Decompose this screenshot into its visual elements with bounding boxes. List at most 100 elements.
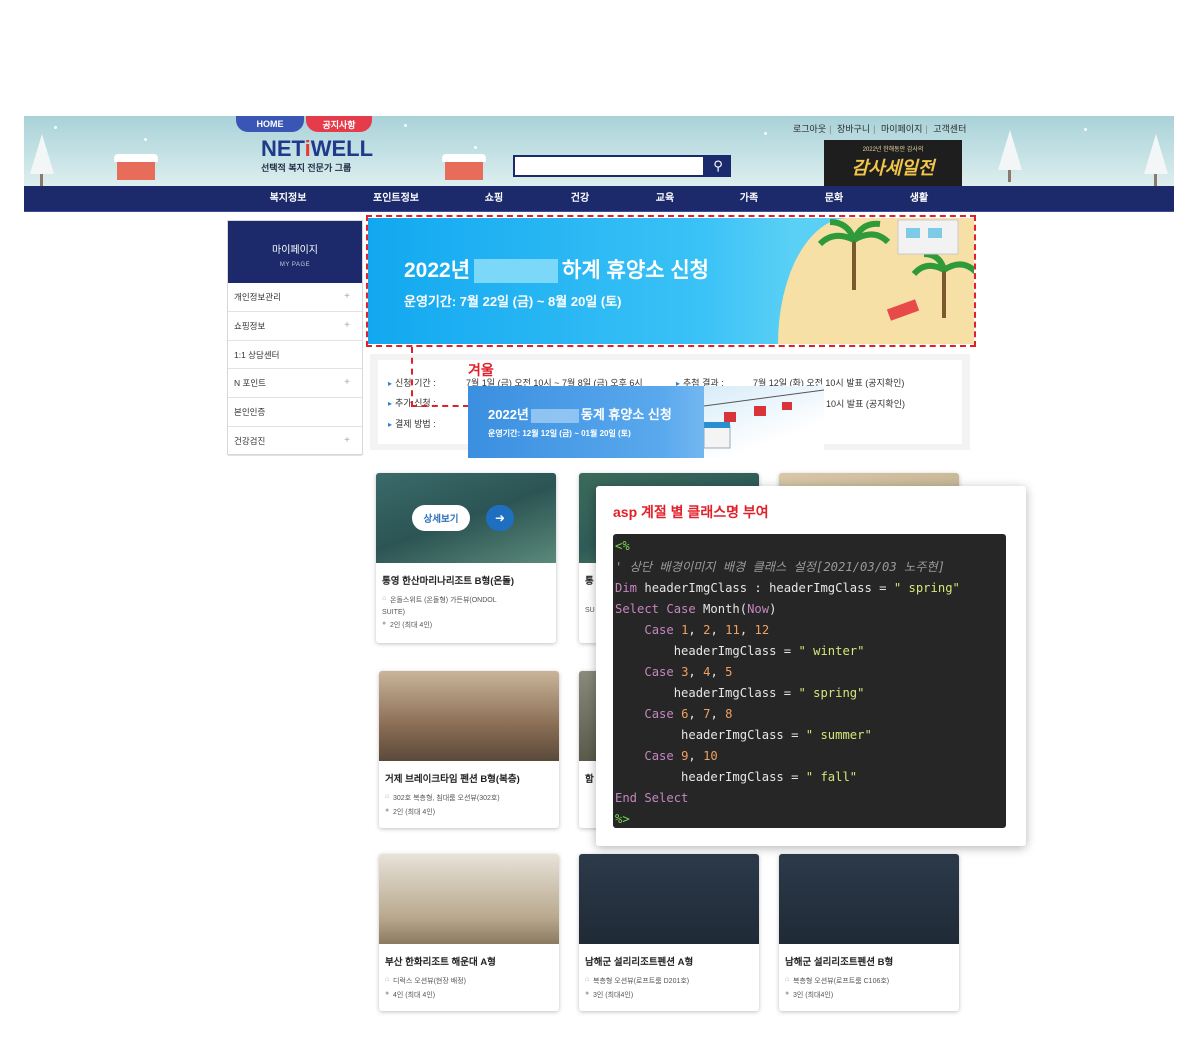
house-roof [114,154,158,162]
logo-tagline: 선택적 복지 전문가 그룹 [261,163,352,173]
product-image [779,854,959,944]
product-people-text: 4인 (최대 4인) [393,992,436,999]
global-nav: 복지정보 포인트정보 쇼핑 건강 교육 가족 문화 생활 [24,186,1174,212]
tree-icon [998,130,1022,170]
gnb-health[interactable]: 건강 [540,186,620,212]
product-people: ● 2인 (최대 4인) [379,805,559,819]
redacted-block [474,259,559,284]
sidebar-item-personal-info[interactable]: 개인정보관리 + [228,283,362,312]
divider: | [829,124,832,134]
info-label-payment: 결제 방법 : [388,417,436,430]
product-people: ● 3인 (최대4인) [779,988,959,1002]
customer-center-link[interactable]: 고객센터 [933,124,966,134]
search-input[interactable] [513,155,705,177]
gnb-family[interactable]: 가족 [709,186,789,212]
person-icon: ● [385,990,390,997]
winter-banner-title: 2022년 동계 휴양소 신청 [488,404,672,423]
person-icon: ● [785,990,790,997]
mypage-sidebar: 마이페이지 MY PAGE 개인정보관리 + 쇼핑정보 + 1:1 상담센터 N 포… [227,220,363,456]
product-people: ● 4인 (최대 4인) [379,988,559,1002]
summer-resort-banner[interactable]: 2022년 하계 휴양소 신청 운영기간: 7월 22일 (금) ~ 8월 20일… [368,218,974,344]
product-card[interactable]: 거제 브레이크타임 펜션 B형(복층) ⌂ 302호 복층형, 침대룸 오션뷰(3… [379,671,559,828]
product-people-text: 3인 (최대4인) [593,992,634,999]
product-people: ● 2인 (최대 4인) [376,618,556,632]
house-icon [445,162,483,180]
mypage-link[interactable]: 마이페이지 [881,124,922,134]
sidebar-item-label: 개인정보관리 [234,292,281,302]
product-title: 부산 한화리조트 해운대 A형 [385,957,496,968]
code-annotation-panel: asp 계절 별 클래스명 부여 <% ' 상단 배경이미지 배경 클래스 설정… [596,486,1026,846]
detail-button[interactable]: 상세보기 [412,505,470,531]
product-card[interactable]: 남해군 설리리조트펜션 A형 ⌂ 복층형 오션뷰(로프트룸 D201호) ● 3인 … [579,854,759,1011]
sidebar-item-label: N 포인트 [234,378,266,389]
snowflake [1084,128,1087,131]
sidebar-item-verification[interactable]: 본인인증 [228,398,362,427]
person-icon: ● [382,620,387,627]
tree-trunk [40,174,43,186]
product-title: 거제 브레이크타임 펜션 B형(복층) [385,774,520,785]
sidebar-item-n-point[interactable]: N 포인트 + [228,369,362,399]
logout-link[interactable]: 로그아웃 [793,124,826,134]
snowflake [54,126,57,129]
sidebar-subtitle: MY PAGE [279,262,311,268]
gnb-shopping[interactable]: 쇼핑 [454,186,534,212]
logo-suffix: WELL [310,136,374,161]
winter-banner-period: 운영기간: 12월 12일 (금) ~ 01월 20일 (토) [488,429,631,438]
summer-banner-period: 운영기간: 7월 22일 (금) ~ 8월 20일 (토) [404,294,622,309]
sale-banner-title: 감사세일전 [851,158,935,178]
home-icon: ⌂ [785,976,790,983]
sidebar-item-health-checkup[interactable]: 건강검진 + [228,427,362,456]
product-people-text: 2인 (최대 4인) [390,622,433,629]
plus-icon: + [344,291,350,302]
sidebar-title: 마이페이지 [272,245,318,256]
sidebar-item-label: 건강검진 [234,435,266,446]
gnb-education[interactable]: 교육 [625,186,705,212]
login-arrow-icon[interactable]: ➜ [486,505,514,531]
product-card[interactable]: 부산 한화리조트 해운대 A형 ⌂ 디럭스 오션뷰(현장 배정) ● 4인 (최대 … [379,854,559,1011]
product-room: ⌂ 302호 복층형, 침대룸 오션뷰(302호) [379,791,559,805]
tree-trunk [1154,174,1157,186]
sidebar-item-shopping-info[interactable]: 쇼핑정보 + [228,312,362,341]
tree-trunk [1008,170,1011,182]
sidebar-item-counsel-center[interactable]: 1:1 상담센터 [228,341,362,370]
product-room: ⌂ 복층형 오션뷰(로프트룸 C106호) [779,974,959,988]
product-people-text: 3인 (최대4인) [793,992,834,999]
product-room-cont: SUITE) [382,609,405,616]
site-logo[interactable]: NETiWELL 선택적 복지 전문가 그룹 [261,136,373,182]
gnb-culture[interactable]: 문화 [794,186,874,212]
product-image [379,854,559,944]
gnb-point-info[interactable]: 포인트정보 [356,186,436,212]
sidebar-item-label: 본인인증 [234,407,266,418]
product-card[interactable]: 남해군 설리리조트펜션 B형 ⌂ 복층형 오션뷰(로프트룸 C106호) ● 3인 … [779,854,959,1011]
home-tab[interactable]: HOME [236,116,304,132]
product-card[interactable]: 상세보기 ➜ 통영 한산마리나리조트 B형(온돌) ⌂ 온돌스위트 (온돌형) 가… [376,473,556,643]
sidebar-header: 마이페이지 MY PAGE [228,221,362,283]
snowflake [474,146,477,149]
product-room-text: 복층형 오션뷰(로프트룸 C106호) [793,978,890,985]
gnb-welfare-info[interactable]: 복지정보 [248,186,328,212]
person-icon: ● [385,807,390,814]
product-room-text: 디럭스 오션뷰(현장 배정) [393,978,466,985]
home-icon: ⌂ [585,976,590,983]
product-people: ● 3인 (최대4인) [579,988,759,1002]
product-room-text: 302호 복층형, 침대룸 오션뷰(302호) [393,795,500,802]
notice-tab[interactable]: 공지사항 [306,116,372,132]
search-button[interactable]: ⚲ [705,155,731,177]
snowflake [764,132,767,135]
product-people-text: 2인 (최대 4인) [393,809,436,816]
home-icon: ⌂ [385,793,390,800]
divider: | [925,124,928,134]
utility-links: 로그아웃 | 장바구니 | 마이페이지 | 고객센터 [793,122,966,135]
winter-title-text: 동계 휴양소 신청 [580,407,672,422]
home-icon: ⌂ [385,976,390,983]
cart-link[interactable]: 장바구니 [837,124,870,134]
annotation-connector [411,405,469,407]
sale-banner[interactable]: 2022년 한해동안 감사의 감사세일전 [824,140,962,186]
annotation-connector [411,347,413,407]
snowflake [144,138,147,141]
logo-prefix: NET [261,136,305,161]
gnb-life[interactable]: 생활 [879,186,959,212]
winter-resort-banner[interactable]: 2022년 동계 휴양소 신청 운영기간: 12월 12일 (금) ~ 01월 2… [468,386,824,458]
person-icon: ● [585,990,590,997]
tree-icon [1144,134,1168,174]
